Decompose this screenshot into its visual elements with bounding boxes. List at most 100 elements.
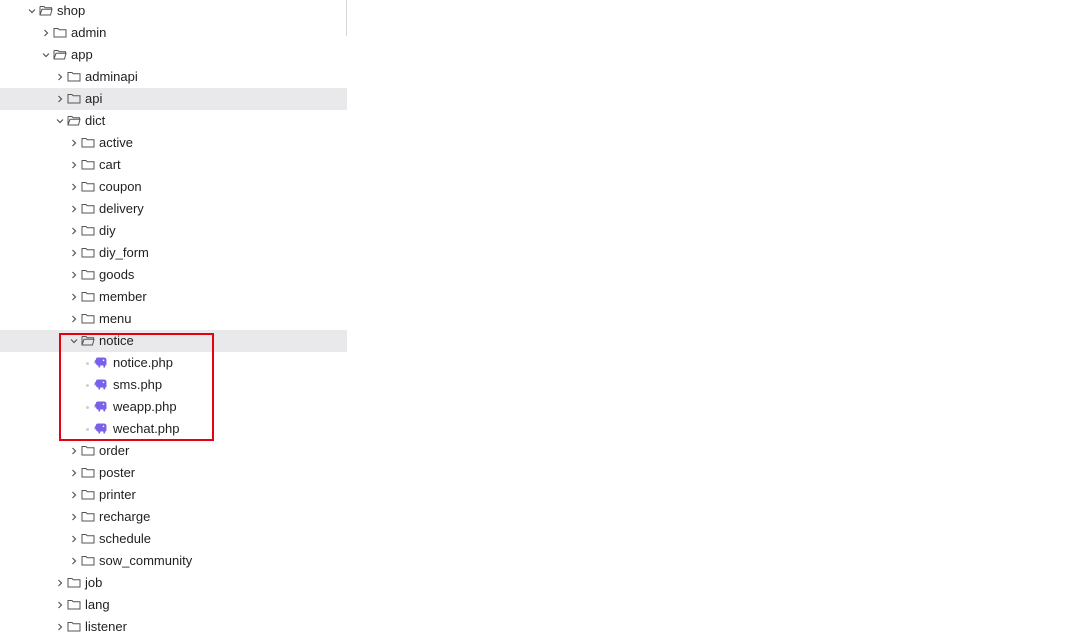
tree-indent-dot xyxy=(86,406,89,409)
chevron-right-icon xyxy=(68,154,82,176)
tree-folder-order[interactable]: order xyxy=(0,440,347,462)
chevron-down-icon xyxy=(26,0,40,22)
tree-folder-dict[interactable]: dict xyxy=(0,110,347,132)
chevron-right-icon xyxy=(68,198,82,220)
folder-icon xyxy=(81,154,97,176)
tree-folder-lang[interactable]: lang xyxy=(0,594,347,616)
chevron-right-icon xyxy=(68,484,82,506)
tree-folder-shop[interactable]: shop xyxy=(0,0,347,22)
folder-icon xyxy=(81,506,97,528)
folder-icon xyxy=(81,286,97,308)
php-elephant-icon xyxy=(94,352,110,374)
tree-file-weapp-php[interactable]: weapp.php xyxy=(0,396,347,418)
folder-icon xyxy=(81,198,97,220)
tree-item-label: delivery xyxy=(99,201,144,216)
tree-item-label: printer xyxy=(99,487,136,502)
tree-item-label: cart xyxy=(99,157,121,172)
tree-folder-cart[interactable]: cart xyxy=(0,154,347,176)
tree-item-label: poster xyxy=(99,465,136,480)
chevron-right-icon xyxy=(54,616,68,638)
tree-item-label: coupon xyxy=(99,179,142,194)
chevron-right-icon xyxy=(54,572,68,594)
tree-folder-app[interactable]: app xyxy=(0,44,347,66)
tree-folder-coupon[interactable]: coupon xyxy=(0,176,347,198)
php-elephant-icon xyxy=(94,418,110,440)
folder-open-icon xyxy=(53,44,69,66)
tree-folder-delivery[interactable]: delivery xyxy=(0,198,347,220)
chevron-right-icon xyxy=(68,286,82,308)
tree-folder-adminapi[interactable]: adminapi xyxy=(0,66,347,88)
tree-folder-job[interactable]: job xyxy=(0,572,347,594)
tree-item-label: notice.php xyxy=(113,355,173,370)
tree-item-label: app xyxy=(71,47,93,62)
chevron-right-icon xyxy=(68,220,82,242)
tree-item-label: job xyxy=(85,575,103,590)
tree-folder-recharge[interactable]: recharge xyxy=(0,506,347,528)
chevron-right-icon xyxy=(68,550,82,572)
tree-item-label: goods xyxy=(99,267,135,282)
folder-icon xyxy=(53,22,69,44)
chevron-right-icon xyxy=(68,176,82,198)
folder-icon xyxy=(67,572,83,594)
tree-item-label: recharge xyxy=(99,509,151,524)
folder-icon xyxy=(81,462,97,484)
chevron-right-icon xyxy=(68,308,82,330)
folder-icon xyxy=(67,66,83,88)
tree-indent-dot xyxy=(86,428,89,431)
tree-folder-menu[interactable]: menu xyxy=(0,308,347,330)
tree-folder-printer[interactable]: printer xyxy=(0,484,347,506)
folder-icon xyxy=(81,484,97,506)
tree-item-label: dict xyxy=(85,113,106,128)
tree-file-sms-php[interactable]: sms.php xyxy=(0,374,347,396)
tree-item-label: wechat.php xyxy=(113,421,180,436)
folder-icon xyxy=(67,616,83,638)
php-elephant-icon xyxy=(94,396,110,418)
tree-folder-api[interactable]: api xyxy=(0,88,347,110)
tree-folder-notice[interactable]: notice xyxy=(0,330,347,352)
tree-item-label: sms.php xyxy=(113,377,163,392)
tree-folder-poster[interactable]: poster xyxy=(0,462,347,484)
chevron-right-icon xyxy=(54,66,68,88)
folder-icon xyxy=(81,264,97,286)
tree-item-label: order xyxy=(99,443,130,458)
chevron-right-icon xyxy=(68,440,82,462)
folder-open-icon xyxy=(81,330,97,352)
tree-folder-active[interactable]: active xyxy=(0,132,347,154)
tree-item-label: weapp.php xyxy=(113,399,177,414)
tree-item-label: listener xyxy=(85,619,127,634)
tree-item-label: sow_community xyxy=(99,553,193,568)
folder-open-icon xyxy=(39,0,55,22)
chevron-right-icon xyxy=(68,242,82,264)
tree-item-label: active xyxy=(99,135,133,150)
tree-item-label: menu xyxy=(99,311,132,326)
tree-folder-schedule[interactable]: schedule xyxy=(0,528,347,550)
folder-icon xyxy=(67,88,83,110)
folder-icon xyxy=(81,132,97,154)
chevron-right-icon xyxy=(68,132,82,154)
tree-folder-goods[interactable]: goods xyxy=(0,264,347,286)
file-explorer: shop admin app adminapi api dict active xyxy=(0,0,347,639)
tree-indent-dot xyxy=(86,362,89,365)
chevron-down-icon xyxy=(68,330,82,352)
tree-folder-sow-community[interactable]: sow_community xyxy=(0,550,347,572)
tree-item-label: admin xyxy=(71,25,107,40)
folder-icon xyxy=(81,440,97,462)
tree-folder-diy-form[interactable]: diy_form xyxy=(0,242,347,264)
tree-folder-listener[interactable]: listener xyxy=(0,616,347,638)
tree-indent-dot xyxy=(86,384,89,387)
folder-icon xyxy=(81,308,97,330)
php-elephant-icon xyxy=(94,374,110,396)
folder-icon xyxy=(81,176,97,198)
tree-folder-admin[interactable]: admin xyxy=(0,22,347,44)
tree-file-wechat-php[interactable]: wechat.php xyxy=(0,418,347,440)
tree-file-notice-php[interactable]: notice.php xyxy=(0,352,347,374)
folder-icon xyxy=(81,528,97,550)
folder-icon xyxy=(81,242,97,264)
tree-item-label: notice xyxy=(99,333,134,348)
folder-open-icon xyxy=(67,110,83,132)
chevron-right-icon xyxy=(68,528,82,550)
tree-folder-member[interactable]: member xyxy=(0,286,347,308)
tree-folder-diy[interactable]: diy xyxy=(0,220,347,242)
chevron-right-icon xyxy=(68,462,82,484)
chevron-down-icon xyxy=(40,44,54,66)
